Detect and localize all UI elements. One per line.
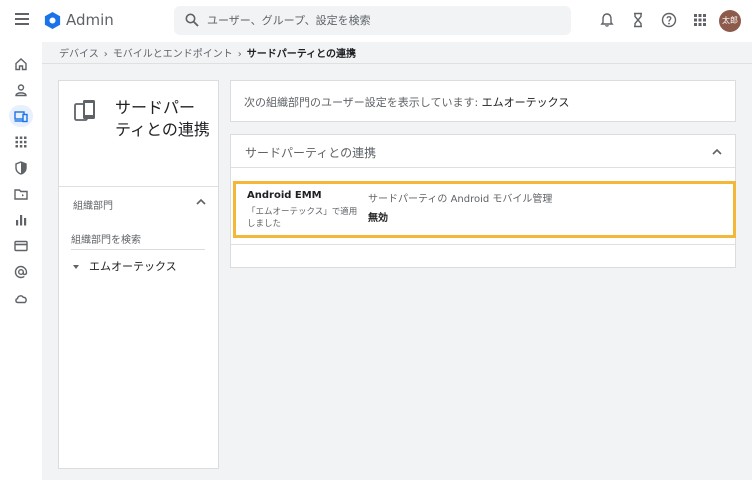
chevron-up-icon[interactable] bbox=[711, 147, 723, 157]
caret-down-icon[interactable] bbox=[73, 265, 79, 269]
info-label: 次の組織部門のユーザー設定を表示しています: bbox=[244, 96, 482, 109]
setting-label: サードパーティの Android モバイル管理 bbox=[368, 194, 553, 205]
settings-card: サードパーティとの連携 Android EMM 「エムオーテックス」で適用しまし… bbox=[230, 134, 736, 268]
org-unit-tree-item[interactable]: エムオーテックス bbox=[73, 258, 177, 274]
devices-icon bbox=[14, 111, 28, 123]
apps-grid-icon[interactable] bbox=[692, 12, 708, 28]
billing-icon bbox=[14, 240, 28, 252]
nav-devices[interactable] bbox=[9, 105, 33, 127]
nav-users[interactable] bbox=[9, 79, 33, 101]
nav-apps[interactable] bbox=[9, 131, 33, 153]
setting-value: 無効 bbox=[368, 213, 388, 224]
top-bar: Admin 太郎 bbox=[0, 0, 752, 42]
breadcrumb-separator: › bbox=[237, 49, 242, 60]
avatar[interactable]: 太郎 bbox=[719, 10, 741, 32]
person-icon bbox=[15, 84, 27, 97]
account-icon bbox=[14, 265, 28, 279]
header-divider bbox=[42, 63, 752, 64]
main-menu-icon[interactable] bbox=[15, 13, 29, 25]
org-unit-info-text: 次の組織部門のユーザー設定を表示しています: エムオーテックス bbox=[244, 94, 569, 110]
third-party-devices-icon bbox=[74, 100, 95, 121]
org-unit-info-card: 次の組織部門のユーザー設定を表示しています: エムオーテックス bbox=[230, 80, 736, 122]
nav-security[interactable] bbox=[9, 157, 33, 179]
breadcrumb-separator: › bbox=[103, 49, 108, 60]
search-icon bbox=[185, 13, 199, 27]
nav-data[interactable] bbox=[9, 183, 33, 205]
search-input[interactable] bbox=[207, 9, 557, 32]
org-unit-search-input[interactable] bbox=[71, 231, 205, 250]
setting-row-android-emm[interactable]: Android EMM 「エムオーテックス」で適用しました サードパーティの A… bbox=[233, 181, 736, 238]
setting-name: Android EMM bbox=[247, 190, 322, 201]
breadcrumb-devices[interactable]: デバイス bbox=[59, 49, 99, 60]
nav-billing[interactable] bbox=[9, 235, 33, 257]
hourglass-icon[interactable] bbox=[630, 12, 646, 28]
breadcrumb-current: サードパーティとの連携 bbox=[246, 49, 357, 60]
left-nav-rail bbox=[0, 42, 42, 480]
info-value: エムオーテックス bbox=[481, 96, 570, 109]
nav-account[interactable] bbox=[9, 261, 33, 283]
folder-icon bbox=[14, 189, 28, 200]
security-icon bbox=[15, 161, 27, 175]
app-title[interactable]: Admin bbox=[66, 11, 114, 29]
org-unit-panel: サードパーティとの連携 組織部門 エムオーテックス bbox=[58, 80, 219, 469]
nav-home[interactable] bbox=[9, 53, 33, 75]
nav-reports[interactable] bbox=[9, 209, 33, 231]
home-icon bbox=[15, 58, 27, 71]
settings-section-header[interactable]: サードパーティとの連携 bbox=[231, 135, 735, 168]
search-bar[interactable] bbox=[174, 6, 571, 35]
org-unit-name: エムオーテックス bbox=[89, 260, 177, 273]
settings-divider bbox=[231, 244, 735, 245]
org-unit-label: 組織部門 bbox=[73, 201, 113, 212]
apps-icon bbox=[15, 136, 27, 148]
page-title: サードパーティとの連携 bbox=[115, 98, 210, 139]
breadcrumb-mobile-endpoints[interactable]: モバイルとエンドポイント bbox=[113, 49, 233, 60]
cloud-icon bbox=[15, 295, 27, 304]
nav-storage[interactable] bbox=[9, 287, 33, 309]
reports-icon bbox=[16, 215, 27, 226]
admin-logo-icon[interactable] bbox=[43, 11, 62, 30]
chevron-up-icon[interactable] bbox=[195, 197, 207, 207]
panel-divider bbox=[59, 186, 218, 187]
notifications-bell-icon[interactable] bbox=[599, 12, 615, 28]
breadcrumb: デバイス › モバイルとエンドポイント › サードパーティとの連携 bbox=[59, 45, 356, 60]
help-icon[interactable] bbox=[661, 12, 677, 28]
settings-section-title: サードパーティとの連携 bbox=[245, 146, 377, 160]
setting-applied-note: 「エムオーテックス」で適用しました bbox=[247, 207, 358, 229]
